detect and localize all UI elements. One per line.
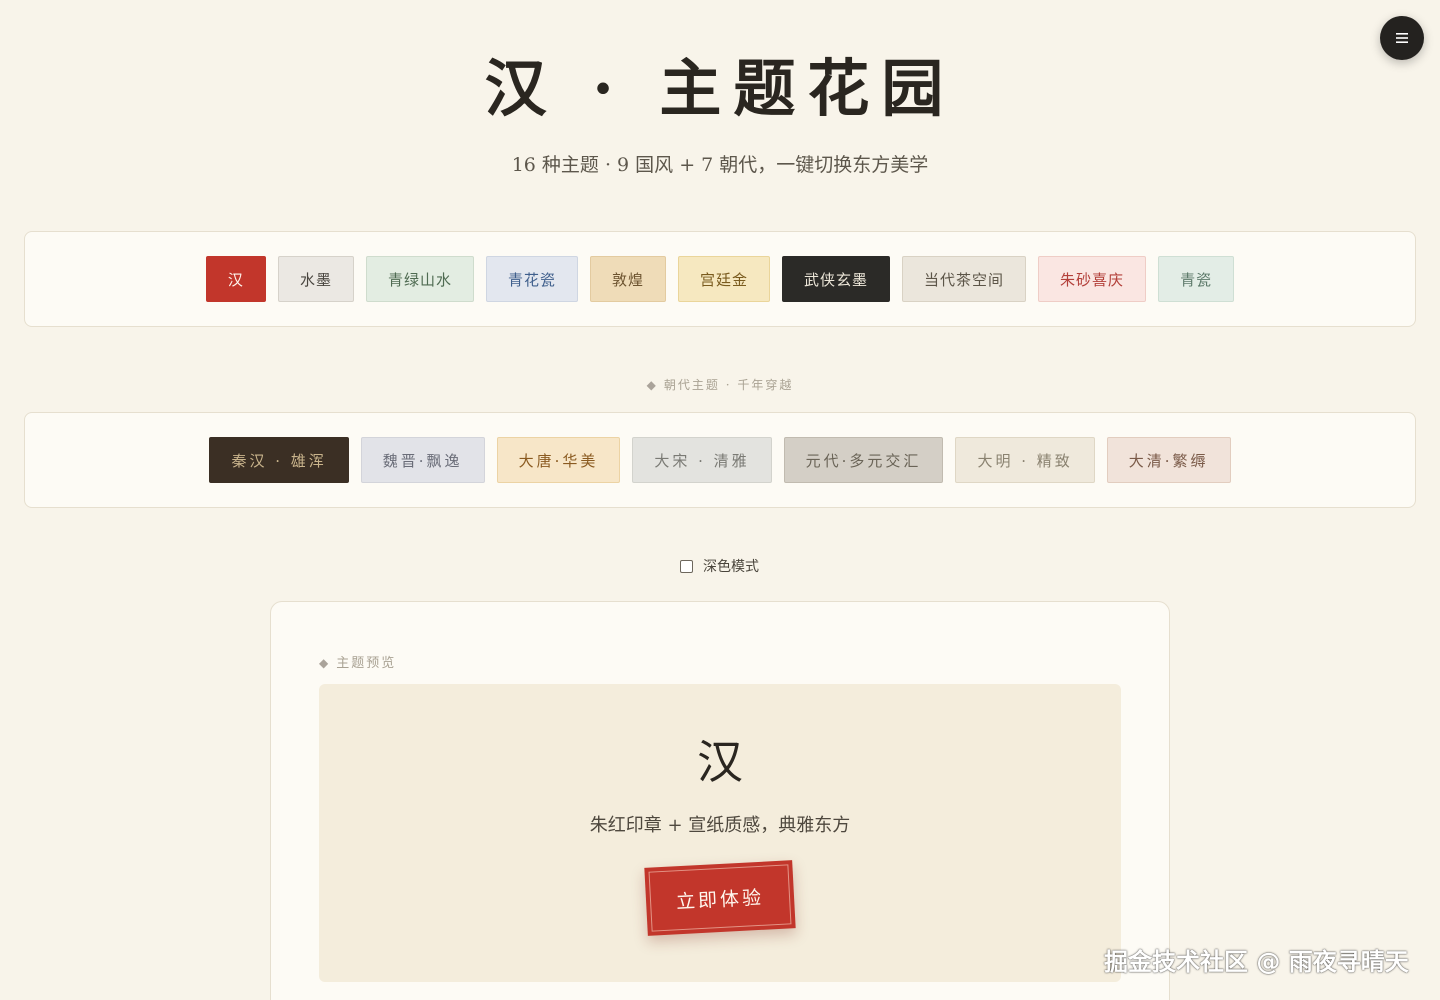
style-theme-button[interactable]: 青花瓷 [485,256,578,302]
preview-label-text: 主题预览 [336,656,397,671]
style-theme-button[interactable]: 朱砂喜庆 [1038,256,1147,302]
dynasty-theme-button[interactable]: 大宋 · 清雅 [632,437,772,483]
style-theme-button[interactable]: 汉 [205,256,266,302]
hamburger-menu-icon [1396,33,1408,43]
dynasty-section-text: 朝代主题 · 千年穿越 [663,378,794,392]
style-theme-button[interactable]: 敦煌 [589,256,666,302]
style-theme-button[interactable]: 水墨 [277,256,354,302]
style-theme-button[interactable]: 青绿山水 [365,256,474,302]
diamond-icon: ◆ [646,378,658,392]
dynasty-theme-button[interactable]: 大清·繁缛 [1106,437,1231,483]
dark-mode-toggle[interactable]: 深色模式 [680,556,759,576]
style-theme-button[interactable]: 当代茶空间 [902,256,1027,302]
dynasty-theme-button[interactable]: 大明 · 精致 [955,437,1095,483]
dynasty-theme-panel: 秦汉 · 雄浑 魏晋·飘逸 大唐·华美 大宋 · 清雅 元代·多元交汇 大明 · 精致 大清… [24,412,1416,508]
style-theme-panel: 汉水墨 青绿山水 青花瓷 敦煌 宫廷金 武侠玄墨 当代茶空间 朱砂喜庆 青瓷 [24,231,1416,327]
dynasty-theme-button[interactable]: 大唐·华美 [496,437,621,483]
dark-mode-label: 深色模式 [703,559,759,575]
dynasty-section-label: ◆ 朝代主题 · 千年穿越 [0,376,1440,393]
dynasty-theme-button[interactable]: 元代·多元交汇 [783,437,944,483]
page-subtitle: 16 种主题 · 9 国风 + 7 朝代，一键切换东方美学 [511,154,929,176]
page-title: 汉 · 主题花园 [484,52,956,125]
style-theme-button[interactable]: 武侠玄墨 [782,256,891,302]
dynasty-theme-button[interactable]: 魏晋·飘逸 [360,437,485,483]
preview-label: ◆ 主题预览 [319,652,396,671]
try-now-button[interactable]: 立即体验 [644,860,796,936]
dynasty-theme-button[interactable]: 秦汉 · 雄浑 [209,437,349,483]
preview-stage: 汉 朱红印章 + 宣纸质感，典雅东方 立即体验 [319,684,1121,982]
style-theme-button[interactable]: 宫廷金 [678,256,771,302]
dark-mode-checkbox[interactable] [680,559,693,573]
try-now-label: 立即体验 [675,886,765,913]
theme-preview-card: ◆ 主题预览 汉 朱红印章 + 宣纸质感，典雅东方 立即体验 [270,601,1170,1000]
page: 汉 · 主题花园 16 种主题 · 9 国风 + 7 朝代，一键切换东方美学 汉… [0,0,1440,1000]
watermark: 掘金技术社区 @ 雨夜寻晴天 [1104,948,1409,976]
diamond-icon: ◆ [319,656,331,670]
style-theme-button[interactable]: 青瓷 [1158,256,1235,302]
preview-description: 朱红印章 + 宣纸质感，典雅东方 [589,815,851,836]
preview-glyph: 汉 [697,735,743,789]
